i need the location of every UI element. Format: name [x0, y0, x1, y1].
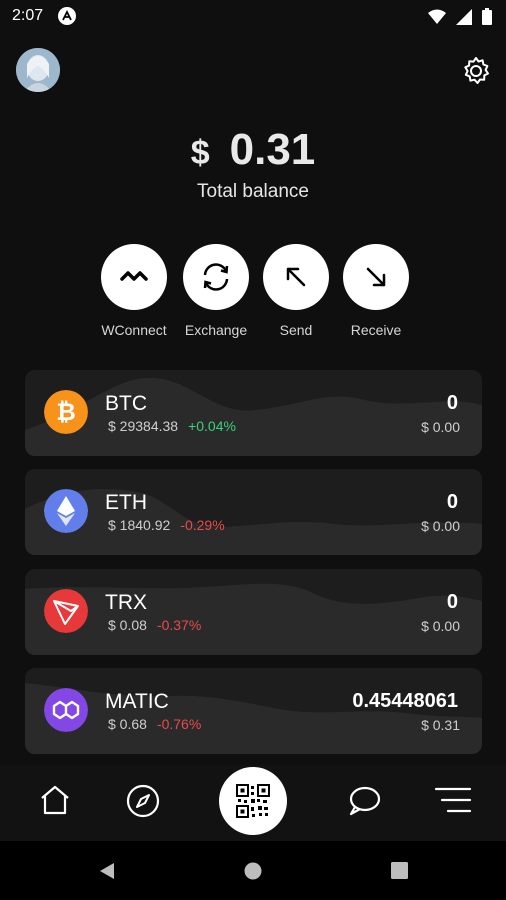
- back-icon[interactable]: [98, 862, 116, 880]
- asset-card-btc[interactable]: ₿ BTC $ 29384.38 +0.04% 0 $ 0.00: [25, 370, 482, 456]
- send-arrow-icon: [286, 267, 306, 287]
- recents-icon[interactable]: [391, 862, 408, 879]
- wconnect-label: WConnect: [101, 322, 167, 338]
- tron-icon: [44, 589, 88, 633]
- app-notification-icon: [58, 7, 76, 25]
- status-time: 2:07: [12, 7, 44, 24]
- balance-amount: 0.31: [229, 125, 316, 174]
- asset-price-line: $ 1840.92 -0.29%: [108, 517, 225, 533]
- asset-symbol: MATIC: [105, 690, 169, 713]
- exchange-button[interactable]: Exchange: [171, 244, 261, 338]
- home-circle-icon[interactable]: [244, 862, 262, 880]
- asset-price-line: $ 0.68 -0.76%: [108, 716, 201, 732]
- receive-label: Receive: [350, 322, 402, 338]
- wconnect-button[interactable]: WConnect: [89, 244, 179, 338]
- compass-icon[interactable]: [125, 783, 161, 819]
- asset-quantity: 0: [446, 491, 458, 513]
- asset-change: -0.29%: [180, 517, 225, 533]
- home-icon[interactable]: [38, 783, 72, 817]
- asset-price-line: $ 0.08 -0.37%: [108, 617, 201, 633]
- polygon-icon: [44, 688, 88, 732]
- settings-gear-icon[interactable]: [460, 55, 492, 87]
- asset-usd-value: $ 0.00: [421, 618, 460, 634]
- balance-label: Total balance: [197, 181, 309, 202]
- asset-symbol: TRX: [105, 591, 147, 614]
- asset-price: $ 0.08: [108, 617, 147, 633]
- asset-price: $ 29384.38: [108, 418, 179, 434]
- scan-qr-button[interactable]: [219, 767, 287, 835]
- battery-icon: [482, 8, 492, 25]
- walletconnect-icon: [120, 271, 148, 281]
- asset-symbol: BTC: [105, 392, 147, 415]
- asset-price-line: $ 29384.38 +0.04%: [108, 418, 236, 434]
- asset-symbol: ETH: [105, 491, 147, 514]
- svg-text:₿: ₿: [56, 399, 76, 426]
- receive-button[interactable]: Receive: [331, 244, 421, 338]
- balance-currency: $: [190, 134, 210, 172]
- asset-card-matic[interactable]: MATIC $ 0.68 -0.76% 0.45448061 $ 0.31: [25, 668, 482, 754]
- asset-card-eth[interactable]: ETH $ 1840.92 -0.29% 0 $ 0.00: [25, 469, 482, 555]
- asset-quantity: 0.45448061: [352, 690, 458, 712]
- receive-arrow-icon: [366, 267, 386, 287]
- chat-icon[interactable]: [346, 783, 382, 819]
- send-label: Send: [279, 322, 313, 338]
- asset-quantity: 0: [446, 591, 458, 613]
- menu-icon[interactable]: [434, 783, 472, 817]
- qr-code-icon: [236, 784, 270, 818]
- send-button[interactable]: Send: [251, 244, 341, 338]
- asset-price: $ 1840.92: [108, 517, 171, 533]
- signal-icon: [456, 8, 472, 25]
- ethereum-icon: [44, 489, 88, 533]
- asset-change: -0.76%: [156, 716, 202, 732]
- exchange-label: Exchange: [184, 322, 248, 338]
- asset-change: +0.04%: [188, 418, 236, 434]
- asset-price: $ 0.68: [108, 716, 147, 732]
- asset-quantity: 0: [446, 392, 458, 414]
- asset-usd-value: $ 0.00: [421, 419, 460, 435]
- asset-card-trx[interactable]: TRX $ 0.08 -0.37% 0 $ 0.00: [25, 569, 482, 655]
- exchange-icon: [203, 263, 229, 291]
- bitcoin-icon: ₿: [44, 390, 88, 434]
- system-nav-bar: [0, 841, 506, 900]
- quick-actions: WConnect Exchange Send Receive: [0, 244, 506, 344]
- avatar[interactable]: [16, 48, 60, 92]
- asset-change: -0.37%: [156, 617, 202, 633]
- wifi-icon: [428, 9, 446, 24]
- asset-usd-value: $ 0.31: [421, 717, 460, 733]
- total-balance: $ 0.31 Total balance: [0, 125, 506, 203]
- asset-usd-value: $ 0.00: [421, 518, 460, 534]
- status-bar: 2:07: [0, 0, 506, 32]
